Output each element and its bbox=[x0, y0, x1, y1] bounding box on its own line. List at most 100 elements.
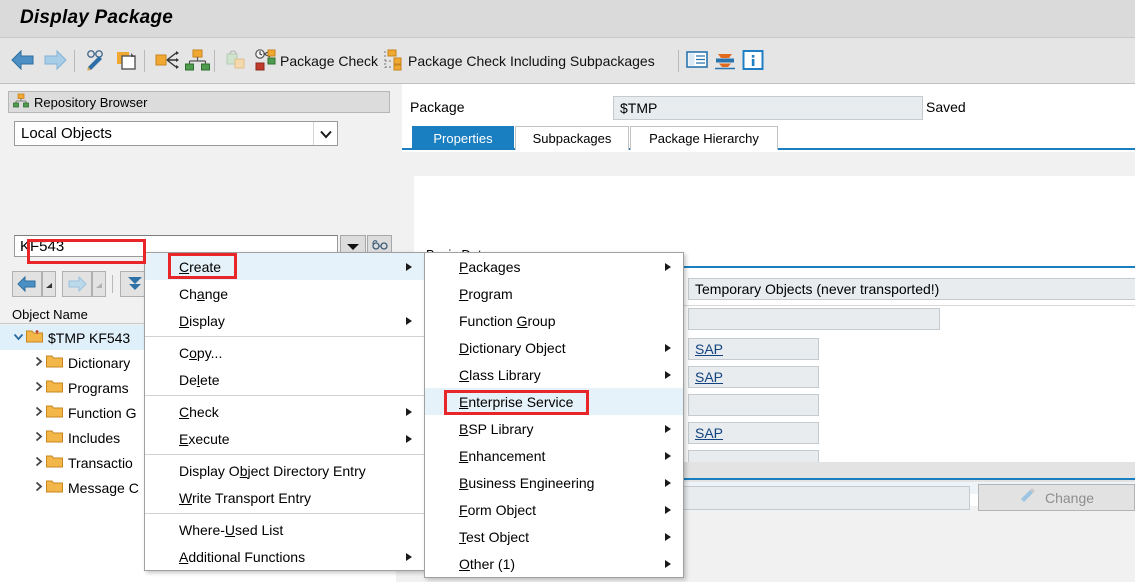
context-menu-item-label: Change bbox=[179, 286, 228, 302]
create-submenu-item-form-object[interactable]: Form Object bbox=[425, 496, 683, 523]
create-submenu-item-bsp-library[interactable]: BSP Library bbox=[425, 415, 683, 442]
tab-properties[interactable]: Properties bbox=[412, 126, 514, 150]
context-menu-item-change[interactable]: Change bbox=[145, 280, 424, 307]
transport-layer-field[interactable]: SAP bbox=[688, 366, 819, 388]
tree-node-label: Dictionary bbox=[68, 355, 130, 371]
chevron-right-icon[interactable] bbox=[30, 431, 46, 445]
tree-node-label: Function G bbox=[68, 405, 136, 421]
toolbar-display-change-button[interactable] bbox=[84, 45, 110, 77]
package-type-field[interactable] bbox=[688, 394, 819, 416]
create-submenu-item-label: Other (1) bbox=[459, 556, 515, 572]
browser-back-button[interactable] bbox=[12, 271, 42, 297]
toolbar-package-check-label: Package Check bbox=[280, 53, 378, 69]
create-submenu: Packages Program Function Group Dictiona… bbox=[424, 252, 684, 578]
package-name-field[interactable]: $TMP bbox=[613, 96, 923, 120]
chevron-right-icon[interactable] bbox=[30, 381, 46, 395]
object-type-select[interactable]: Local Objects bbox=[14, 121, 338, 146]
toolbar-display-object-list-button[interactable] bbox=[154, 45, 180, 77]
create-submenu-item-label: BSP Library bbox=[459, 421, 533, 437]
chevron-right-icon bbox=[406, 553, 412, 561]
context-menu: Create Change Display Copy... Delete Che… bbox=[144, 252, 425, 571]
chevron-down-icon[interactable] bbox=[313, 122, 337, 145]
back-arrow-icon bbox=[10, 48, 36, 75]
small-triangle-icon bbox=[45, 277, 53, 292]
tab-subpackages[interactable]: Subpackages bbox=[515, 126, 629, 150]
context-menu-item-execute[interactable]: Execute bbox=[145, 425, 424, 452]
context-menu-item-delete[interactable]: Delete bbox=[145, 366, 424, 393]
context-menu-item-copy[interactable]: Copy... bbox=[145, 339, 424, 366]
context-menu-item-label: Display bbox=[179, 313, 225, 329]
toolbar-package-check-subpackages-button[interactable]: Package Check Including Subpackages bbox=[380, 45, 655, 77]
create-submenu-item-business-engineering[interactable]: Business Engineering bbox=[425, 469, 683, 496]
chevron-expanded-icon[interactable] bbox=[10, 331, 26, 345]
page-title: Display Package bbox=[20, 7, 173, 29]
create-submenu-item-test-object[interactable]: Test Object bbox=[425, 523, 683, 550]
small-triangle-icon bbox=[95, 277, 103, 292]
toolbar-forward-button[interactable] bbox=[42, 45, 68, 77]
chevron-right-icon bbox=[665, 263, 671, 271]
person-responsible-field[interactable]: SAP bbox=[688, 422, 819, 444]
context-menu-item-display-object-directory-entry[interactable]: Display Object Directory Entry bbox=[145, 457, 424, 484]
application-component-field[interactable] bbox=[688, 308, 940, 330]
package-icon bbox=[26, 329, 43, 346]
create-submenu-item-dictionary-object[interactable]: Dictionary Object bbox=[425, 334, 683, 361]
browser-forward-button[interactable] bbox=[62, 271, 92, 297]
hierarchy-icon bbox=[184, 48, 210, 75]
chevron-right-icon[interactable] bbox=[30, 456, 46, 470]
tab-package-hierarchy[interactable]: Package Hierarchy bbox=[630, 126, 778, 150]
create-submenu-item-program[interactable]: Program bbox=[425, 280, 683, 307]
toolbar-separator bbox=[144, 50, 145, 72]
context-menu-item-additional-functions[interactable]: Additional Functions bbox=[145, 543, 424, 570]
create-submenu-item-other[interactable]: Other (1) bbox=[425, 550, 683, 577]
toolbar-back-button[interactable] bbox=[10, 45, 36, 77]
browser-back-history-button[interactable] bbox=[42, 271, 56, 297]
create-submenu-item-enhancement[interactable]: Enhancement bbox=[425, 442, 683, 469]
create-submenu-item-class-library[interactable]: Class Library bbox=[425, 361, 683, 388]
chevron-right-icon bbox=[665, 344, 671, 352]
context-menu-item-write-transport-entry[interactable]: Write Transport Entry bbox=[145, 484, 424, 511]
toolbar-other-object-button[interactable] bbox=[114, 45, 140, 77]
chevron-right-icon[interactable] bbox=[30, 406, 46, 420]
chevron-right-icon bbox=[665, 560, 671, 568]
toolbar-package-check-button[interactable]: Package Check bbox=[252, 45, 378, 77]
context-menu-item-check[interactable]: Check bbox=[145, 398, 424, 425]
pencil-icon bbox=[1019, 488, 1037, 507]
toolbar-separator bbox=[112, 275, 113, 293]
tree-node-label: Transactio bbox=[68, 455, 133, 471]
create-submenu-item-packages[interactable]: Packages bbox=[425, 253, 683, 280]
package-header-row: Package $TMP Saved bbox=[402, 96, 1135, 122]
tree-node-label: Programs bbox=[68, 380, 129, 396]
toolbar-package-hierarchy-button[interactable] bbox=[184, 45, 210, 77]
create-submenu-item-label: Form Object bbox=[459, 502, 536, 518]
create-submenu-item-enterprise-service[interactable]: Enterprise Service bbox=[425, 388, 683, 415]
toolbar-check-disabled-button[interactable] bbox=[224, 45, 250, 77]
toolbar-print-button[interactable] bbox=[714, 45, 736, 77]
context-menu-separator bbox=[145, 454, 424, 455]
tree-node-label: $TMP KF543 bbox=[48, 330, 130, 346]
browser-forward-history-button[interactable] bbox=[92, 271, 106, 297]
chevron-right-icon[interactable] bbox=[30, 356, 46, 370]
toolbar-info-button[interactable] bbox=[742, 45, 764, 77]
context-menu-item-where-used-list[interactable]: Where-Used List bbox=[145, 516, 424, 543]
package-check-icon bbox=[252, 48, 278, 75]
tab-subpackages-label: Subpackages bbox=[533, 131, 612, 146]
create-submenu-item-label: Program bbox=[459, 286, 513, 302]
tree-node-label: Includes bbox=[68, 430, 120, 446]
package-name-value: $TMP bbox=[614, 100, 657, 116]
package-check-subpackages-icon bbox=[380, 48, 406, 75]
folder-icon bbox=[46, 429, 63, 446]
software-component-field[interactable]: SAP bbox=[688, 338, 819, 360]
context-menu-item-create[interactable]: Create bbox=[145, 253, 424, 280]
change-button[interactable]: Change bbox=[978, 484, 1135, 511]
repository-browser-title: Repository Browser bbox=[34, 95, 147, 110]
context-menu-item-display[interactable]: Display bbox=[145, 307, 424, 334]
table-icon bbox=[686, 50, 708, 73]
toolbar-table-view-button[interactable] bbox=[686, 45, 708, 77]
create-submenu-item-function-group[interactable]: Function Group bbox=[425, 307, 683, 334]
short-description-field[interactable]: Temporary Objects (never transported!) bbox=[688, 278, 1135, 300]
status-badge: Saved bbox=[926, 99, 966, 115]
chevron-right-icon[interactable] bbox=[30, 481, 46, 495]
context-menu-item-label: Additional Functions bbox=[179, 549, 305, 565]
tab-properties-label: Properties bbox=[433, 131, 492, 146]
object-type-value: Local Objects bbox=[15, 125, 313, 142]
